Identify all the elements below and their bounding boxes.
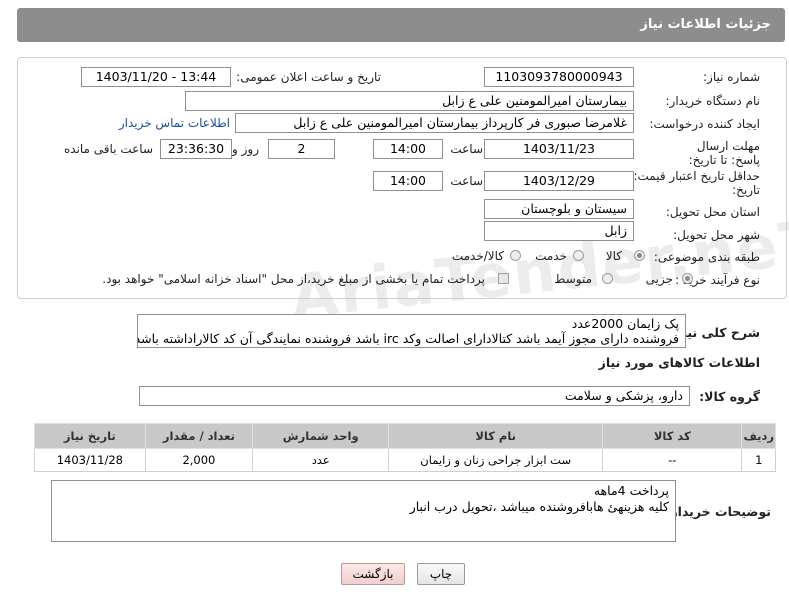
buyer-org-label: نام دستگاه خریدار: <box>665 94 761 108</box>
purchase-minor-label: جزیی <box>645 272 673 286</box>
day-and-label: روز و <box>232 142 259 156</box>
col-need-date: تاریخ نیاز <box>34 423 146 449</box>
announce-datetime-field: 1403/11/20 - 13:44 <box>81 67 231 87</box>
goods-info-heading: اطلاعات کالاهای مورد نیاز <box>598 355 760 370</box>
cell-quantity: 2,000 <box>144 448 254 472</box>
cell-need-date: 1403/11/28 <box>34 448 146 472</box>
col-goods-name: نام کالا <box>388 423 604 449</box>
col-row-number: ردیف <box>741 423 776 449</box>
cell-goods-code: -- <box>602 448 743 472</box>
purchase-minor-radio[interactable] <box>682 273 693 284</box>
reply-time-field: 14:00 <box>373 139 443 159</box>
buyer-notes-label: توضیحات خریدار: <box>665 504 771 519</box>
print-button[interactable]: چاپ <box>417 563 465 585</box>
cell-goods-name: ست ابزار جراحی زنان و زایمان <box>388 448 604 472</box>
col-unit: واحد شمارش <box>252 423 390 449</box>
category-goods-service-radio[interactable] <box>510 250 521 261</box>
buyer-notes-line-2: کلیه هزینهئ هابافروشنده میباشد ،تحویل در… <box>409 499 669 514</box>
reply-deadline-label: مهلت ارسال پاسخ: تا تاریخ: <box>688 139 760 167</box>
col-goods-code: کد کالا <box>602 423 743 449</box>
general-desc-line-1: پک زایمان 2000عدد <box>571 316 679 331</box>
category-goods-radio[interactable] <box>634 250 645 261</box>
province-field: سیستان و بلوچستان <box>484 199 634 219</box>
remaining-label: ساعت باقی مانده <box>63 142 153 156</box>
buyer-notes-line-1: پرداخت 4ماهه <box>593 483 669 498</box>
validity-time-field: 14:00 <box>373 171 443 191</box>
category-service-radio[interactable] <box>573 250 584 261</box>
requester-label: ایجاد کننده درخواست: <box>649 117 760 131</box>
purchase-medium-radio[interactable] <box>602 273 613 284</box>
goods-group-label: گروه کالا: <box>699 389 760 404</box>
buyer-contact-link[interactable]: اطلاعات تماس خریدار <box>119 116 230 130</box>
treasury-payment-checkbox[interactable] <box>498 273 509 284</box>
reply-date-field: 1403/11/23 <box>484 139 634 159</box>
purchase-medium-label: متوسط <box>554 272 592 286</box>
buyer-notes-box: پرداخت 4ماهه کلیه هزینهئ هابافروشنده میب… <box>51 480 676 542</box>
treasury-payment-note: پرداخت تمام یا بخشی از مبلغ خرید،از محل … <box>102 272 485 286</box>
general-desc-line-2: فروشنده دارای مجوز آیمد باشد کتالادارای … <box>137 331 679 346</box>
buyer-org-field: بیمارستان امیرالمومنین علی ع زابل <box>185 91 634 111</box>
announce-datetime-label: تاریخ و ساعت اعلان عمومی: <box>236 70 381 84</box>
remaining-time-field: 23:36:30 <box>160 139 232 159</box>
category-service-label: خدمت <box>535 249 567 263</box>
need-number-label: شماره نیاز: <box>703 70 760 84</box>
city-field: زابل <box>484 221 634 241</box>
page-header: جزئیات اطلاعات نیاز <box>17 8 785 42</box>
category-goods-label: کالا <box>605 249 622 263</box>
goods-group-field: دارو، پزشکی و سلامت <box>139 386 690 406</box>
validity-time-label: ساعت <box>450 174 483 188</box>
cell-row-number: 1 <box>741 448 776 472</box>
cell-unit: عدد <box>252 448 390 472</box>
goods-table-header: ردیف کد کالا نام کالا واحد شمارش تعداد /… <box>34 423 776 449</box>
col-quantity: تعداد / مقدار <box>144 423 254 449</box>
goods-table: ردیف کد کالا نام کالا واحد شمارش تعداد /… <box>34 423 776 472</box>
validity-date-field: 1403/12/29 <box>484 171 634 191</box>
reply-time-label: ساعت <box>450 142 483 156</box>
back-button[interactable]: بازگشت <box>341 563 405 585</box>
category-label: طبقه بندی موضوعی: <box>653 250 760 264</box>
general-desc-box: پک زایمان 2000عدد فروشنده دارای مجوز آیم… <box>137 314 686 348</box>
page-title: جزئیات اطلاعات نیاز <box>640 17 771 32</box>
category-goods-service-label: کالا/خدمت <box>451 249 504 263</box>
delivery-province-label: استان محل تحویل: <box>665 205 760 219</box>
reply-days-field: 2 <box>268 139 335 159</box>
table-row: 1 -- ست ابزار جراحی زنان و زایمان عدد 2,… <box>34 448 776 472</box>
need-number-field: 1103093780000943 <box>484 67 634 87</box>
price-validity-label: حداقل تاریخ اعتبار قیمت: تا تاریخ: <box>622 169 760 197</box>
delivery-city-label: شهر محل تحویل: <box>673 228 760 242</box>
requester-field: غلامرضا صبوری فر کارپرداز بیمارستان امیر… <box>235 113 634 133</box>
